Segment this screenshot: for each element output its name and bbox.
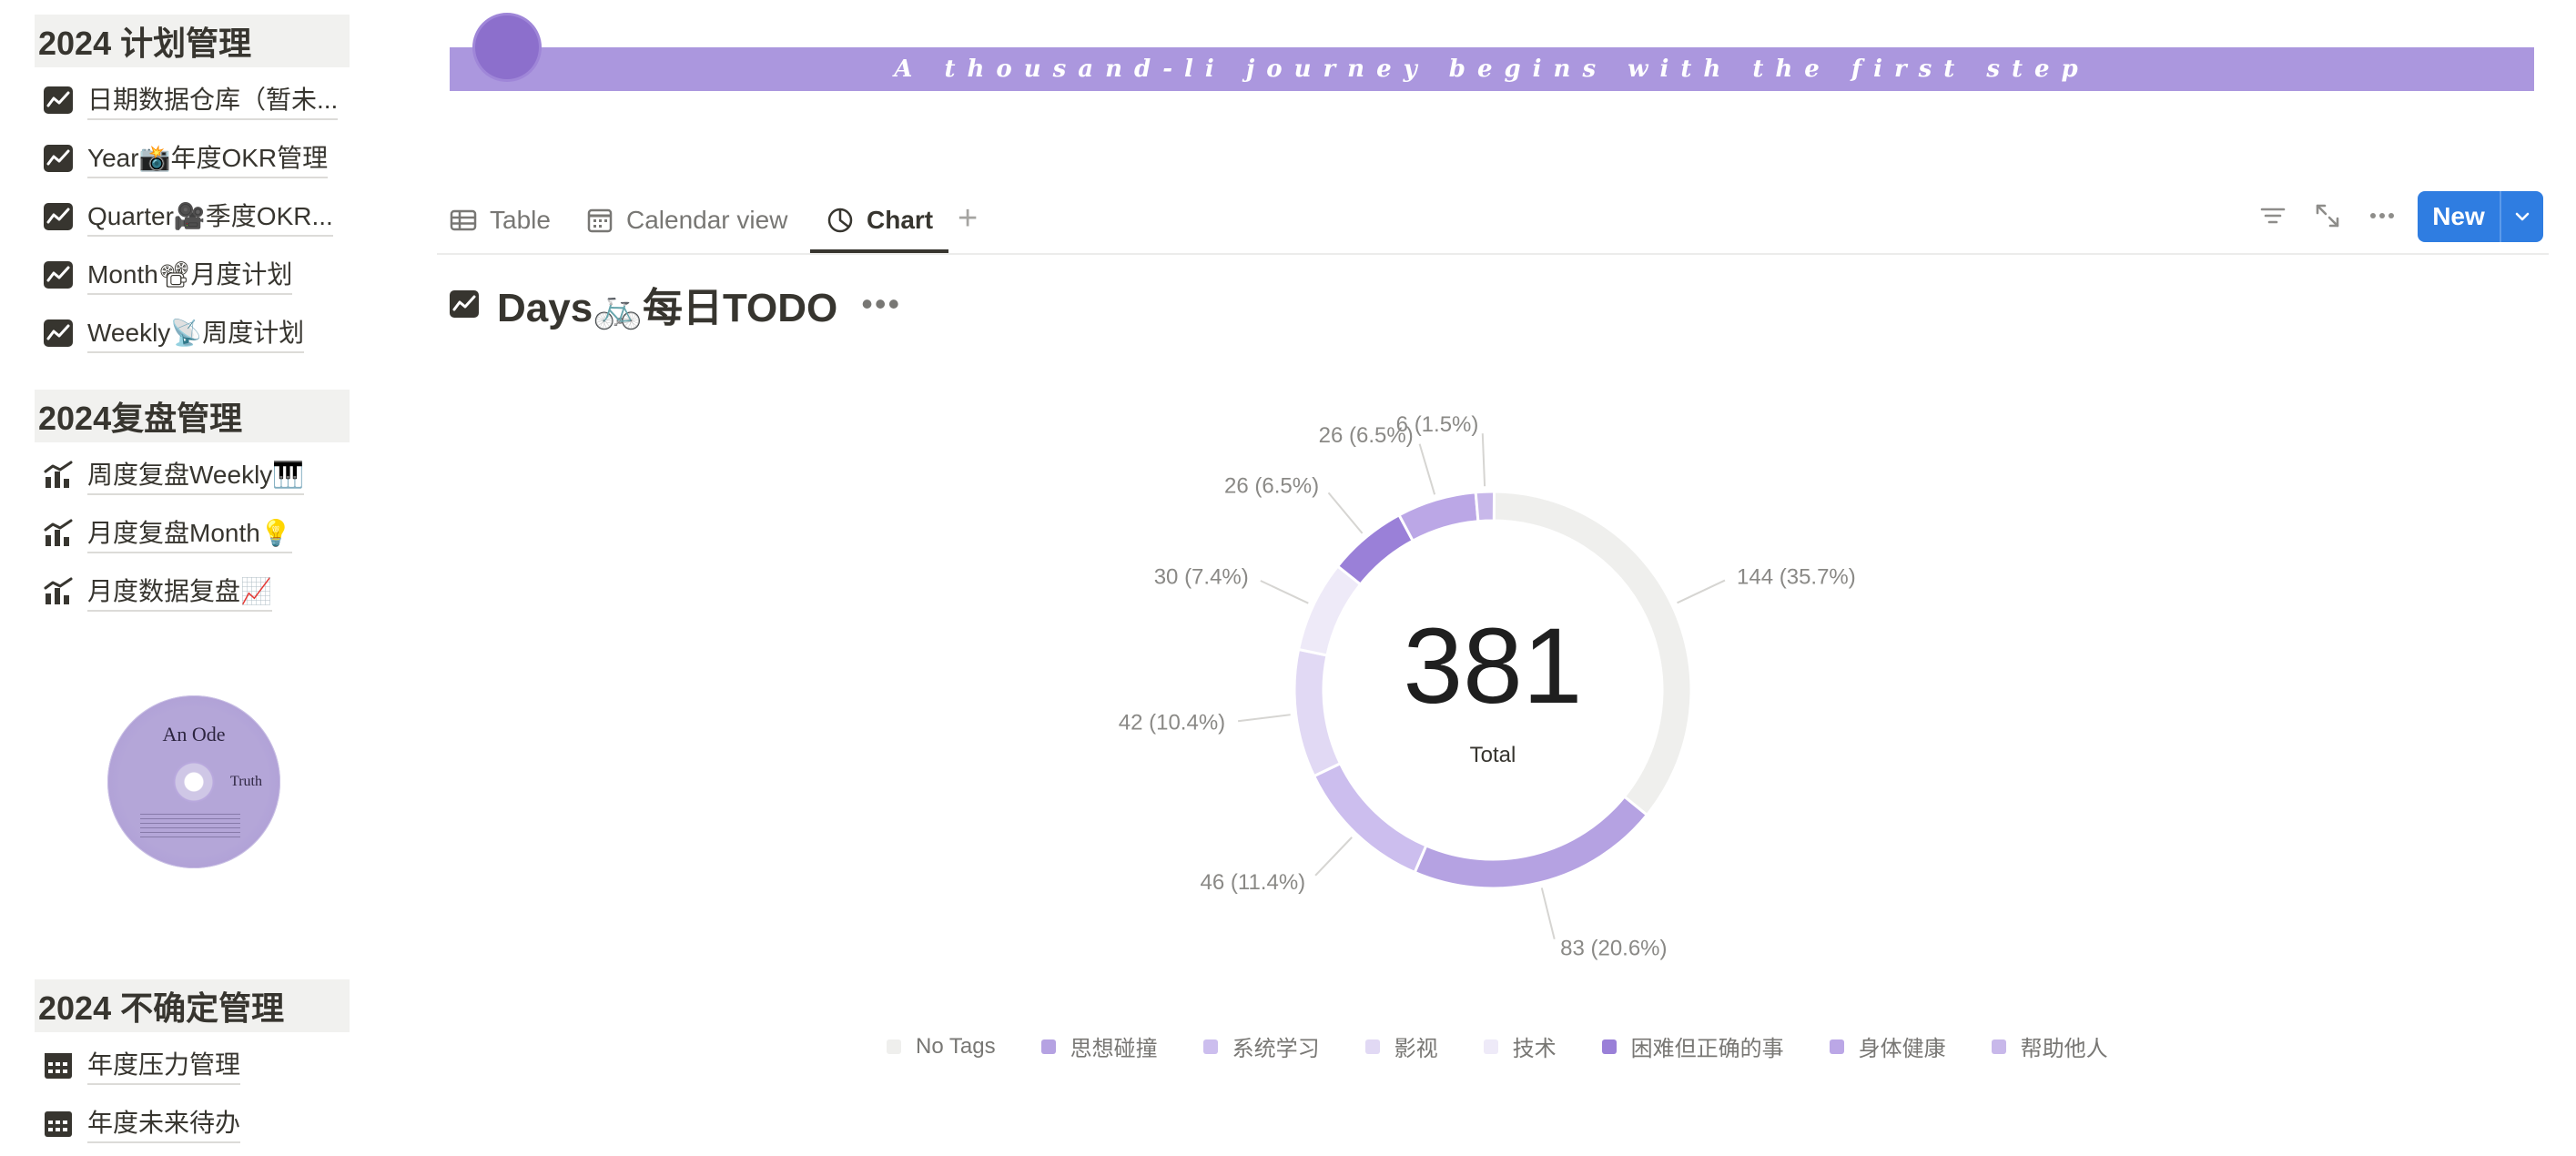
- data-label-4: 30 (7.4%): [1154, 565, 1249, 590]
- legend-item-5[interactable]: 困难但正确的事: [1601, 1030, 1784, 1062]
- label-leader-line-7: [1481, 433, 1486, 487]
- legend-label: No Tags: [916, 1033, 996, 1059]
- label-leader-line-0: [1677, 579, 1726, 604]
- legend-item-1[interactable]: 思想碰撞: [1040, 1030, 1158, 1062]
- donut-slice-6[interactable]: [1396, 491, 1480, 543]
- chart-total-value: 381: [1403, 606, 1583, 726]
- legend-item-6[interactable]: 身体健康: [1829, 1030, 1946, 1062]
- data-label-1: 83 (20.6%): [1560, 936, 1667, 960]
- donut-slice-3[interactable]: [1293, 647, 1343, 778]
- legend-item-4[interactable]: 技术: [1483, 1030, 1557, 1062]
- data-label-5: 26 (6.5%): [1224, 474, 1319, 499]
- legend-label: 系统学习: [1232, 1037, 1320, 1061]
- donut-slice-2[interactable]: [1312, 761, 1428, 875]
- donut-slice-5[interactable]: [1335, 512, 1415, 587]
- legend-swatch: [1040, 1039, 1056, 1054]
- donut-slice-7[interactable]: [1474, 490, 1496, 523]
- donut-chart: 144 (35.7%) 83 (20.6%) 46 (11.4%) 42 (10.4%…: [1119, 412, 1856, 960]
- legend-swatch: [1601, 1039, 1617, 1054]
- legend-item-2[interactable]: 系统学习: [1202, 1030, 1320, 1062]
- legend-item-7[interactable]: 帮助他人: [1991, 1030, 2108, 1062]
- legend-swatch: [887, 1039, 901, 1054]
- legend-swatch: [1829, 1039, 1844, 1054]
- legend-label: 影视: [1394, 1037, 1438, 1061]
- label-leader-line-3: [1237, 714, 1291, 723]
- donut-slice-1[interactable]: [1413, 795, 1649, 890]
- legend-swatch: [1483, 1039, 1498, 1054]
- legend-item-0[interactable]: No Tags: [887, 1034, 996, 1060]
- label-leader-line-1: [1540, 887, 1556, 939]
- label-leader-line-6: [1418, 443, 1436, 495]
- label-leader-line-5: [1327, 492, 1364, 534]
- data-label-0: 144 (35.7%): [1737, 564, 1856, 589]
- chart-legend: No Tags 思想碰撞 系统学习 影视 技术 困难但正确的事 身体健康 帮助他人: [887, 1030, 2154, 1062]
- donut-slice-4[interactable]: [1296, 563, 1363, 657]
- data-label-2: 46 (11.4%): [1201, 870, 1306, 895]
- legend-label: 困难但正确的事: [1630, 1037, 1784, 1061]
- legend-swatch: [1364, 1039, 1380, 1054]
- label-leader-line-2: [1314, 837, 1353, 877]
- legend-label: 帮助他人: [2020, 1037, 2108, 1061]
- legend-label: 身体健康: [1858, 1037, 1946, 1061]
- legend-swatch: [1202, 1039, 1218, 1054]
- legend-item-3[interactable]: 影视: [1364, 1030, 1438, 1062]
- legend-label: 思想碰撞: [1070, 1037, 1158, 1061]
- chart-total-label: Total: [1469, 743, 1516, 767]
- label-leader-line-4: [1260, 580, 1309, 604]
- data-label-3: 42 (10.4%): [1119, 710, 1225, 735]
- data-label-7: 6 (1.5%): [1396, 412, 1479, 437]
- legend-label: 技术: [1512, 1037, 1557, 1061]
- legend-swatch: [1991, 1039, 2006, 1054]
